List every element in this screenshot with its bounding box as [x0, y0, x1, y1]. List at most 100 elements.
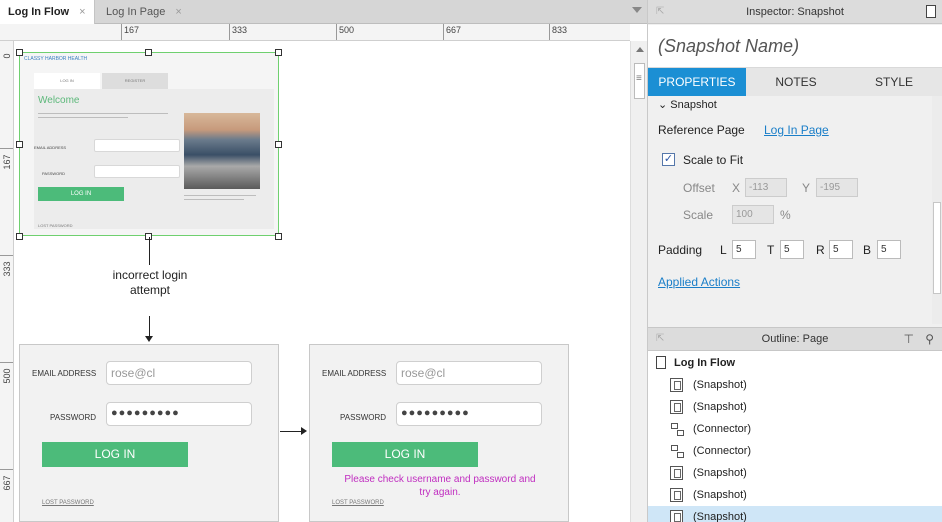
connector-line[interactable] — [280, 431, 302, 432]
resize-handle[interactable] — [16, 141, 23, 148]
canvas-vertical-scrollbar[interactable] — [630, 41, 647, 522]
mini-email-field — [94, 139, 180, 152]
outline-item-label: (Snapshot) — [693, 467, 747, 479]
properties-panel: ⌄ Snapshot Reference Page Log In Page ✓ … — [648, 96, 942, 324]
resize-handle[interactable] — [16, 49, 23, 56]
snapshot-icon — [670, 488, 683, 502]
ruler-tick — [336, 24, 337, 40]
mini-tabs: LOG IN REGISTER — [34, 73, 170, 89]
resize-handle[interactable] — [275, 49, 282, 56]
page-icon — [656, 356, 666, 369]
outline-item-connector[interactable]: (Connector) — [648, 440, 942, 462]
mini-text-line — [184, 199, 244, 200]
snapshot-login-filled[interactable]: EMAIL ADDRESS rose@cl PASSWORD ●●●●●●●●●… — [19, 344, 279, 522]
mini-text-line — [184, 195, 256, 196]
email-field: rose@cl — [106, 361, 252, 385]
connector-line[interactable] — [149, 316, 150, 336]
scale-input[interactable]: 100 — [732, 205, 774, 224]
outline-item-snapshot[interactable]: (Snapshot) — [648, 396, 942, 418]
resize-handle[interactable] — [275, 233, 282, 240]
mini-password-field — [94, 165, 180, 178]
mini-login-button: LOG IN — [38, 187, 124, 201]
outline-item-label: (Connector) — [693, 445, 752, 457]
snapshot-login-error[interactable]: EMAIL ADDRESS rose@cl PASSWORD ●●●●●●●●●… — [309, 344, 569, 522]
connector-line[interactable] — [149, 237, 150, 265]
page-icon[interactable] — [926, 5, 936, 18]
snapshot-icon — [670, 466, 683, 480]
mini-lost-password-link: LOST PASSWORD — [38, 223, 73, 228]
offset-x-label: X — [732, 181, 741, 195]
outline-header: ⇱ Outline: Page ⊤ ⚲ — [648, 327, 942, 351]
padding-top-input[interactable]: 5 — [780, 240, 804, 259]
connector-icon — [670, 444, 684, 458]
tab-log-in-flow[interactable]: Log In Flow × — [0, 0, 95, 24]
ruler-label: 667 — [446, 25, 462, 35]
outline-item-snapshot-selected[interactable]: (Snapshot) — [648, 506, 942, 522]
mini-login-body: Welcome EMAIL ADDRESS PASSWORD LOG IN LO… — [34, 89, 274, 229]
outline-root-page[interactable]: Log In Flow — [648, 352, 942, 374]
tab-label: Log In Flow — [8, 6, 70, 18]
resize-handle[interactable] — [16, 233, 23, 240]
outline-item-snapshot[interactable]: (Snapshot) — [648, 374, 942, 396]
vertical-ruler: 0 167 333 500 667 — [0, 41, 14, 522]
snapshot-name-field[interactable]: (Snapshot Name) — [648, 25, 942, 68]
outline-item-label: (Snapshot) — [693, 489, 747, 501]
scale-label: Scale — [683, 208, 714, 222]
error-message: Please check username and password and t… — [344, 474, 536, 498]
filter-icon[interactable]: ⊤ — [904, 328, 914, 350]
outline-item-label: (Connector) — [693, 423, 752, 435]
snapshot-icon — [670, 400, 683, 414]
padding-l-label: L — [720, 243, 727, 257]
login-button: LOG IN — [332, 442, 478, 467]
ruler-label: 167 — [2, 154, 12, 170]
ruler-label: 0 — [2, 53, 12, 59]
outline-item-connector[interactable]: (Connector) — [648, 418, 942, 440]
section-header-snapshot[interactable]: ⌄ Snapshot — [658, 98, 717, 111]
coastline-photo — [184, 113, 260, 189]
tab-close-icon[interactable]: × — [79, 6, 85, 18]
connector-label[interactable]: incorrect login attempt — [100, 268, 200, 298]
inspector-header: ⇱ Inspector: Snapshot — [648, 0, 942, 24]
tab-dropdown-icon[interactable] — [632, 7, 642, 13]
brand-logo: CLASSY HARBOR HEALTH — [24, 56, 88, 62]
padding-t-label: T — [767, 243, 775, 257]
tab-notes[interactable]: NOTES — [746, 68, 846, 96]
pin-icon[interactable]: ⇱ — [656, 0, 664, 24]
offset-x-input[interactable]: -113 — [745, 178, 787, 197]
connector-icon — [670, 422, 684, 436]
padding-right-input[interactable]: 5 — [829, 240, 853, 259]
ruler-tick — [0, 469, 13, 470]
inspector-pane: ⇱ Inspector: Snapshot (Snapshot Name) PR… — [648, 0, 942, 522]
password-field: ●●●●●●●●● — [396, 402, 542, 426]
outline-item-snapshot[interactable]: (Snapshot) — [648, 462, 942, 484]
applied-actions-link[interactable]: Applied Actions — [658, 275, 740, 289]
outline-title: Outline: Page — [761, 333, 829, 345]
outline-item-label: (Snapshot) — [693, 511, 747, 522]
ruler-label: 833 — [552, 25, 568, 35]
search-icon[interactable]: ⚲ — [925, 328, 934, 350]
outline-item-snapshot[interactable]: (Snapshot) — [648, 484, 942, 506]
offset-y-input[interactable]: -195 — [816, 178, 858, 197]
scroll-thumb[interactable] — [634, 63, 645, 99]
scroll-thumb[interactable] — [933, 202, 941, 294]
lost-password-link: LOST PASSWORD — [332, 500, 384, 506]
tab-style[interactable]: STYLE — [846, 68, 942, 96]
resize-handle[interactable] — [275, 141, 282, 148]
properties-scrollbar[interactable] — [932, 96, 942, 324]
padding-left-input[interactable]: 5 — [732, 240, 756, 259]
snapshot-login-page-preview[interactable]: CLASSY HARBOR HEALTH LOG IN REGISTER Wel… — [19, 52, 279, 236]
chevron-down-icon: ⌄ — [658, 99, 668, 111]
lost-password-link: LOST PASSWORD — [42, 500, 94, 506]
reference-page-link[interactable]: Log In Page — [764, 123, 829, 137]
resize-handle[interactable] — [145, 49, 152, 56]
pin-icon[interactable]: ⇱ — [656, 328, 664, 350]
tab-log-in-page[interactable]: Log In Page × — [98, 0, 190, 24]
canvas-pane[interactable]: Log In Flow × Log In Page × 167 333 500 66… — [0, 0, 648, 522]
scroll-up-icon[interactable] — [636, 47, 644, 52]
scale-to-fit-checkbox[interactable]: ✓ — [662, 153, 675, 166]
tab-properties[interactable]: PROPERTIES — [648, 68, 746, 96]
tab-close-icon[interactable]: × — [175, 6, 181, 18]
password-label: PASSWORD — [340, 413, 387, 422]
padding-bottom-input[interactable]: 5 — [877, 240, 901, 259]
horizontal-ruler: 167 333 500 667 833 — [0, 24, 630, 41]
